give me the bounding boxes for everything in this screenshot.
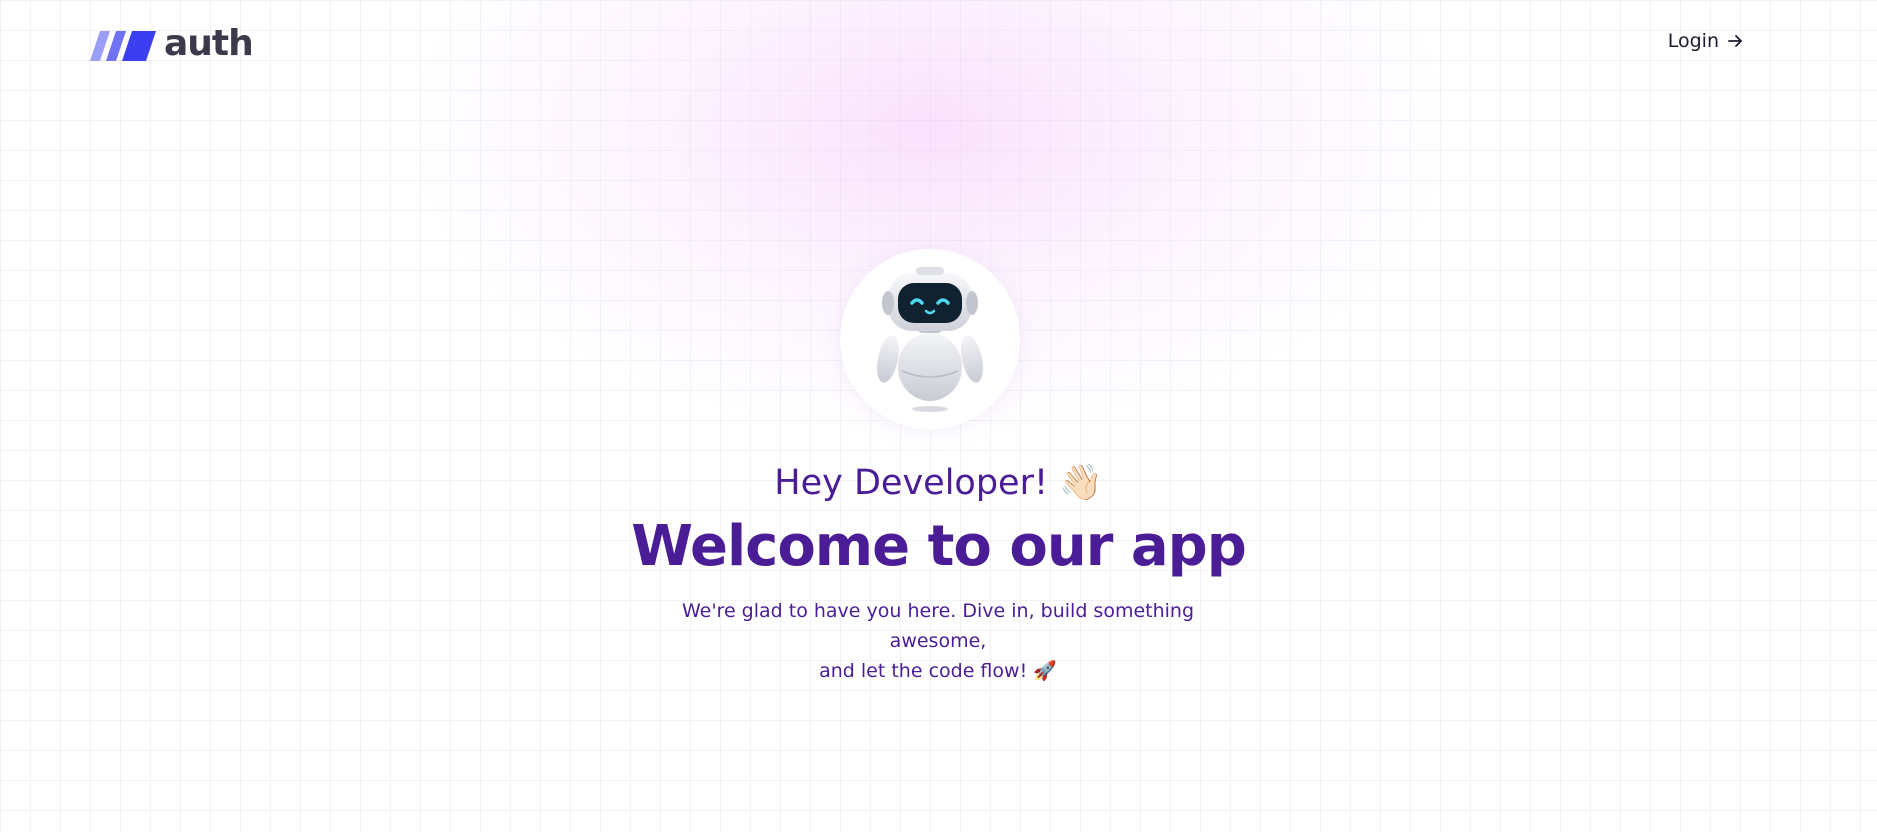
welcome-message-line-2: and let the code flow! 🚀 <box>819 660 1057 682</box>
logo[interactable]: auth <box>90 23 254 66</box>
avatar <box>840 249 1020 429</box>
arrow-right-icon <box>1728 35 1742 47</box>
login-label: Login <box>1667 30 1719 52</box>
welcome-message: We're glad to have you here. Dive in, bu… <box>638 596 1238 686</box>
login-link[interactable]: Login <box>1668 30 1743 52</box>
page-title: Welcome to our app <box>631 514 1247 579</box>
robot-icon <box>877 267 983 412</box>
welcome-message-line-1: We're glad to have you here. Dive in, bu… <box>681 600 1195 652</box>
logo-text: auth <box>164 23 254 64</box>
logo-slashes-icon <box>90 31 156 61</box>
greeting: Hey Developer! 👋🏻 <box>774 463 1103 503</box>
